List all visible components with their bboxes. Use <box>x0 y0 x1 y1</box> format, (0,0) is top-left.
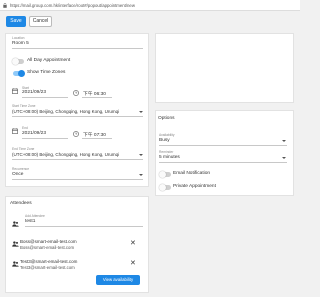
start-clock-icon[interactable] <box>73 90 79 96</box>
add-attendee-underline <box>25 226 143 227</box>
end-time-zone-select[interactable]: (UTC+08:00) Beijing, Chongqing, Hong Kon… <box>12 152 136 157</box>
start-date-underline <box>22 97 68 98</box>
address-bar[interactable]: https://mail.group.com.hk/interface/root… <box>0 0 300 11</box>
availability-underline <box>159 145 287 146</box>
attendees-title: Attendees <box>10 201 32 206</box>
start-time-zone-chevron-down-icon <box>139 111 143 113</box>
availability-chevron-down-icon <box>282 140 286 142</box>
url-text: https://mail.group.com.hk/interface/root… <box>10 3 135 8</box>
start-calendar-icon[interactable] <box>12 88 18 94</box>
end-time-zone-label: End Time Zone <box>12 147 35 151</box>
private-appointment-toggle[interactable] <box>159 184 171 191</box>
attendee-email: Test3@smart-email-test.com <box>20 265 75 270</box>
all-day-label: All Day Appointment <box>27 58 71 63</box>
body-editor-panel[interactable] <box>155 33 294 103</box>
all-day-toggle[interactable] <box>12 58 24 65</box>
add-attendee-people-icon <box>12 221 19 227</box>
attendee-email: Boss@smart-email-test.com <box>20 245 75 250</box>
availability-label: Availability <box>159 133 175 137</box>
save-button[interactable]: Save <box>6 16 26 27</box>
view-availability-button[interactable]: View availability <box>96 275 140 285</box>
reminder-select[interactable]: 5 minutes <box>159 155 180 160</box>
start-date-input[interactable]: 2021/09/23 <box>22 90 46 95</box>
recurrence-chevron-down-icon <box>139 174 143 176</box>
end-time-underline <box>82 138 112 139</box>
availability-select[interactable]: Busy <box>159 138 170 143</box>
start-time-zone-label: Start Time Zone <box>12 104 36 108</box>
recurrence-select[interactable]: Once <box>12 172 23 177</box>
email-notification-label: Email Notification <box>173 171 211 176</box>
attendee-name: Boss@smart-email-test.com <box>20 239 77 244</box>
start-time-input[interactable]: 下午 06:30 <box>83 90 106 97</box>
reminder-label: Reminder <box>159 150 174 154</box>
attendee-person-icon <box>12 261 19 267</box>
end-calendar-icon[interactable] <box>12 128 18 134</box>
lock-icon <box>3 3 7 8</box>
options-title: Options <box>158 116 175 121</box>
start-time-zone-select[interactable]: (UTC+08:00) Beijing, Chongqing, Hong Kon… <box>12 109 136 114</box>
email-notification-toggle[interactable] <box>159 171 171 178</box>
start-time-zone-underline <box>12 116 143 117</box>
show-time-zones-toggle[interactable] <box>13 70 25 77</box>
add-attendee-label: Add Attendee <box>25 214 45 218</box>
end-clock-icon[interactable] <box>73 131 79 137</box>
reminder-chevron-down-icon <box>282 157 286 159</box>
start-time-underline <box>82 97 112 98</box>
remove-attendee-close-icon[interactable]: ✕ <box>130 260 136 267</box>
end-date-input[interactable]: 2021/09/23 <box>22 131 46 136</box>
remove-attendee-close-icon[interactable]: ✕ <box>130 240 136 247</box>
add-attendee-input[interactable]: test1 <box>25 219 35 224</box>
private-appointment-label: Private Appointment <box>173 184 216 189</box>
end-time-zone-chevron-down-icon <box>139 154 143 156</box>
end-date-underline <box>22 138 68 139</box>
end-time-zone-underline <box>12 159 143 160</box>
cancel-button[interactable]: Cancel <box>29 16 52 27</box>
recurrence-underline <box>12 179 143 180</box>
reminder-underline <box>159 162 287 163</box>
attendee-person-icon <box>12 241 19 247</box>
show-time-zones-label: Show Time Zones <box>27 70 66 75</box>
location-input[interactable]: Room 5 <box>12 41 29 46</box>
attendee-name: Test3@smart-email-test.com <box>20 259 78 264</box>
location-underline <box>12 48 143 49</box>
recurrence-label: Recurrence <box>12 167 30 171</box>
end-time-input[interactable]: 下午 07:30 <box>83 131 106 138</box>
location-label: Location <box>12 36 25 40</box>
end-label: End <box>22 126 28 130</box>
